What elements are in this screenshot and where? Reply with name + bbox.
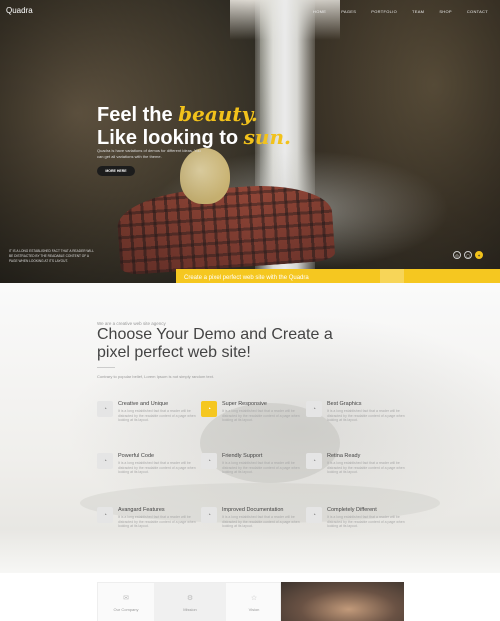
features-section: We are a creative web site agency Choose… [0,283,500,573]
hero-side-note: It is a long established fact that a rea… [9,249,94,263]
star-icon: ☆ [250,595,258,602]
feature-item: ◔ Improved Documentation It is a long es… [201,507,306,547]
tab-mission[interactable]: ⚙ Mission [154,583,226,621]
hero-title: Feel the beauty. Like looking to sun. [97,102,291,149]
twitter-icon[interactable]: ✦ [475,251,483,259]
pie-icon: ◔ [201,507,217,523]
about-tabs-section: ✉ Our Company ⚙ Mission ☆ Vision [0,573,500,621]
nav-portfolio[interactable]: PORTFOLIO [371,9,397,14]
hero-description: Quadra is have variations of demos for d… [97,148,201,159]
feature-item: ◔ Powerful Code It is a long established… [97,453,202,493]
main-nav: HOME PAGES PORTFOLIO TEAM SHOP CONTACT [313,9,488,14]
intro-lede: Contrary to popular belief, Lorem Ipsum … [97,374,214,379]
pie-icon: ◔ [97,507,113,523]
feature-item: ◔ Completely Different It is a long esta… [306,507,411,547]
about-tabs: ✉ Our Company ⚙ Mission ☆ Vision [97,582,281,621]
nav-shop[interactable]: SHOP [439,9,452,14]
instagram-icon[interactable]: ◻ [464,251,472,259]
pie-icon: ◔ [97,453,113,469]
pie-icon: ◔ [201,401,217,417]
nav-contact[interactable]: CONTACT [467,9,488,14]
feature-item: ◔ Friendly Support It is a long establis… [201,453,306,493]
more-here-button[interactable]: MORE HERE [97,166,135,176]
pie-icon: ◔ [201,453,217,469]
divider [97,367,115,368]
nav-home[interactable]: HOME [313,9,326,14]
social-links: ◎ ◻ ✦ [453,251,483,259]
nav-team[interactable]: TEAM [412,9,424,14]
feature-item: ◔ Avangard Features It is a long establi… [97,507,202,547]
tab-our-company[interactable]: ✉ Our Company [98,583,154,621]
feature-item: ◔ Retina Ready It is a long established … [306,453,411,493]
pie-icon: ◔ [97,401,113,417]
intro-headline: Choose Your Demo and Create a pixel perf… [97,326,333,361]
pie-icon: ◔ [306,453,322,469]
feature-item: ◔ Best Graphics It is a long established… [306,401,411,441]
pie-icon: ◔ [306,401,322,417]
nav-pages[interactable]: PAGES [341,9,356,14]
pie-icon: ◔ [306,507,322,523]
tab-vision[interactable]: ☆ Vision [226,583,282,621]
gear-icon: ⚙ [186,595,194,602]
feature-item: ◔ Creative and Unique It is a long estab… [97,401,202,441]
envelope-icon: ✉ [123,595,129,602]
brand-logo[interactable]: Quadra [6,6,33,15]
feature-item: ◔ Super Responsive It is a long establis… [201,401,306,441]
hero-section: Quadra HOME PAGES PORTFOLIO TEAM SHOP CO… [0,0,500,283]
about-photo [281,582,404,621]
dribbble-icon[interactable]: ◎ [453,251,461,259]
promo-title: Create a pixel perfect web site with the… [184,275,309,281]
